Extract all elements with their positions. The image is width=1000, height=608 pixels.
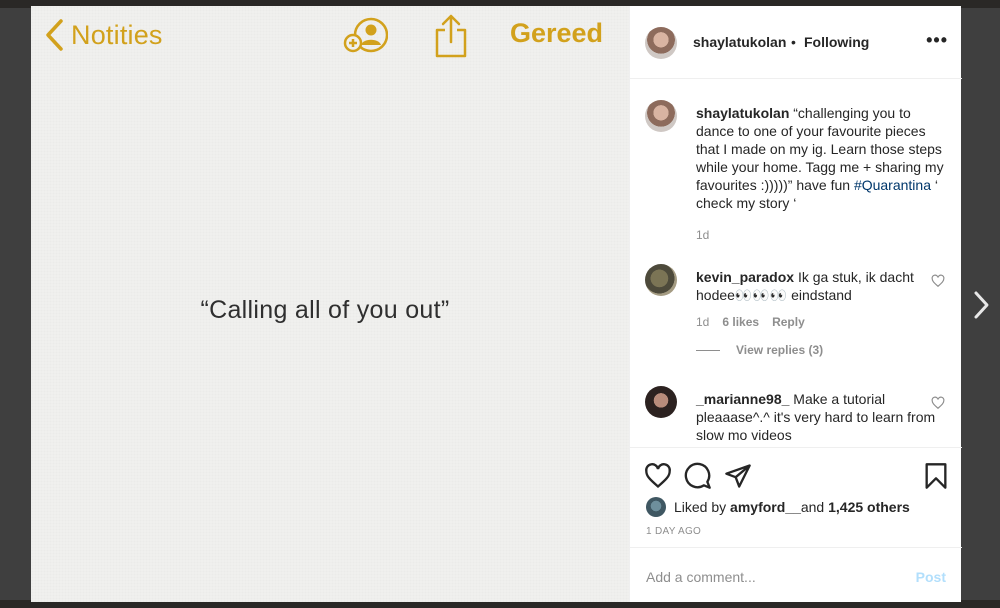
caption-hashtag[interactable]: #Quarantina bbox=[854, 177, 931, 193]
caption-time[interactable]: 1d bbox=[696, 228, 709, 242]
comment-time[interactable]: 1d bbox=[696, 315, 709, 329]
comment-username[interactable]: _marianne98_ bbox=[696, 391, 789, 407]
header-separator: • bbox=[791, 34, 796, 50]
liked-by-user[interactable]: amyford__ bbox=[730, 499, 801, 515]
liker-avatar[interactable] bbox=[646, 497, 666, 517]
comment-like-icon[interactable] bbox=[931, 396, 945, 410]
author-avatar[interactable] bbox=[645, 27, 677, 59]
post-side-panel: shaylatukolan • Following ••• shaylatuko… bbox=[629, 6, 962, 602]
post-media: Notities Gereed “Calling all of you out” bbox=[31, 6, 629, 602]
post-modal: Notities Gereed “Calling all of you out”… bbox=[31, 6, 962, 602]
view-replies-line bbox=[696, 350, 720, 352]
comment-meta: 1d 6 likes Reply bbox=[696, 315, 818, 329]
comment-text: _marianne98_ Make a tutorial pleaaase^.^… bbox=[696, 390, 951, 444]
liked-by-prefix: Liked by bbox=[674, 499, 727, 515]
likes-count[interactable]: 1,425 others bbox=[828, 499, 910, 515]
liked-by-middle: and bbox=[800, 499, 825, 515]
comment-avatar[interactable] bbox=[645, 264, 677, 296]
view-replies-button[interactable]: View replies (3) bbox=[696, 343, 823, 357]
save-bookmark-icon[interactable] bbox=[922, 462, 950, 490]
author-username[interactable]: shaylatukolan bbox=[693, 34, 786, 50]
view-replies-label: View replies (3) bbox=[736, 343, 824, 357]
comment-like-icon[interactable] bbox=[931, 274, 945, 288]
comment-bubble-icon[interactable] bbox=[684, 462, 712, 490]
comment-text: kevin_paradox Ik ga stuk, ik dacht hodee… bbox=[696, 268, 951, 304]
add-comment-bar: Add a comment... Post bbox=[630, 547, 962, 603]
post-timestamp[interactable]: 1 DAY AGO bbox=[646, 526, 701, 537]
chevron-left-icon bbox=[46, 19, 63, 51]
caption-meta: 1d bbox=[696, 228, 722, 242]
post-actions: Liked by amyford__ and 1,425 others 1 DA… bbox=[630, 447, 962, 548]
caption-username[interactable]: shaylatukolan bbox=[696, 105, 789, 121]
comment-input[interactable]: Add a comment... bbox=[646, 569, 756, 585]
note-quote-text: “Calling all of you out” bbox=[200, 296, 450, 324]
notes-back-button: Notities bbox=[43, 18, 163, 52]
caption-text: shaylatukolan “challenging you to dance … bbox=[696, 104, 951, 212]
comment-reply-button[interactable]: Reply bbox=[772, 315, 805, 329]
chevron-right-icon[interactable] bbox=[972, 290, 990, 320]
more-options-button[interactable]: ••• bbox=[926, 30, 948, 51]
post-comment-button[interactable]: Post bbox=[916, 569, 946, 585]
comments-list[interactable]: shaylatukolan “challenging you to dance … bbox=[630, 79, 962, 447]
comment-username[interactable]: kevin_paradox bbox=[696, 269, 794, 285]
notes-toolbar: Notities Gereed bbox=[31, 6, 629, 66]
send-paper-plane-icon[interactable] bbox=[724, 462, 752, 490]
like-heart-icon[interactable] bbox=[644, 462, 672, 490]
liked-by-summary: Liked by amyford__ and 1,425 others bbox=[646, 497, 910, 517]
following-button[interactable]: Following bbox=[804, 34, 869, 50]
comment-avatar[interactable] bbox=[645, 386, 677, 418]
comment-likes[interactable]: 6 likes bbox=[722, 315, 759, 329]
add-person-icon bbox=[343, 17, 388, 53]
post-header: shaylatukolan • Following ••• bbox=[630, 6, 962, 79]
caption-avatar[interactable] bbox=[645, 100, 677, 132]
share-icon bbox=[435, 14, 467, 58]
notes-back-label: Notities bbox=[71, 19, 163, 50]
notes-done-button: Gereed bbox=[510, 18, 604, 48]
